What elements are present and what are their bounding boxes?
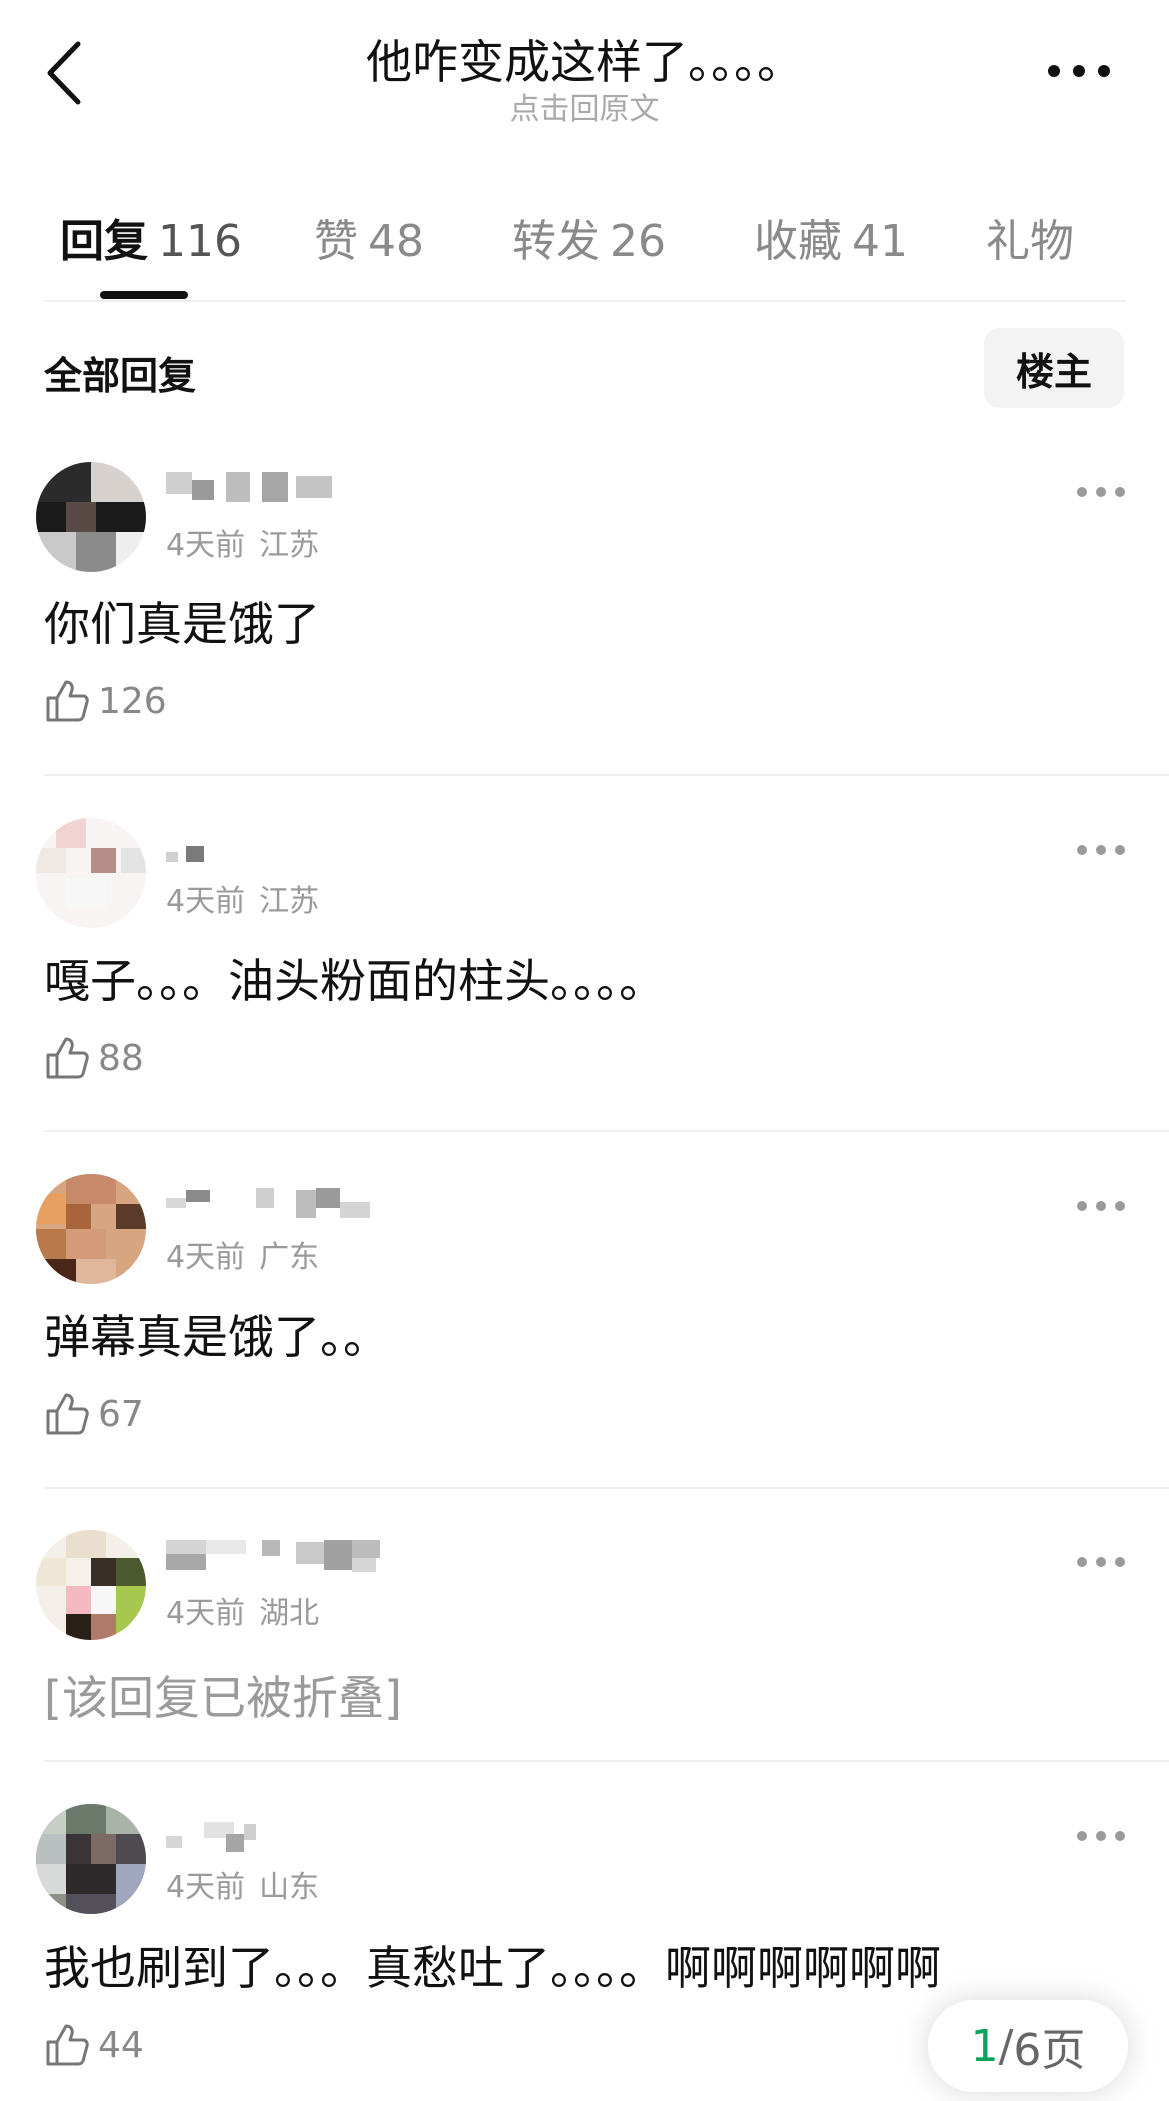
username-blurred[interactable] [166, 1182, 376, 1226]
avatar[interactable] [36, 1174, 146, 1284]
comment-more-icon[interactable] [1076, 1829, 1126, 1843]
op-only-button[interactable]: 楼主 [984, 328, 1124, 408]
tab-likes[interactable]: 赞 48 [314, 205, 424, 269]
location: 湖北 [259, 1596, 320, 1631]
thumbs-up-icon [46, 1393, 89, 1435]
tab-favorites[interactable]: 收藏 41 [754, 205, 908, 269]
comment-text: 我也刷到了。。。真愁吐了。。。。啊啊啊啊啊啊 [44, 1941, 941, 1995]
back-to-original-link[interactable]: 点击回原文 [0, 84, 1169, 128]
comment-divider [44, 1760, 1169, 1762]
avatar[interactable] [36, 462, 146, 572]
page-separator: / [998, 2020, 1014, 2072]
thumbs-up-icon [46, 1037, 89, 1079]
username-blurred[interactable] [166, 1816, 296, 1860]
tab-gifts[interactable]: 礼物 [986, 205, 1084, 269]
location: 江苏 [259, 528, 320, 563]
more-dots-icon [1048, 65, 1110, 77]
comment-divider [44, 1130, 1169, 1132]
location: 山东 [259, 1870, 320, 1905]
comment-text: 嘎子。。。油头粉面的柱头。。。。 [44, 954, 665, 1008]
location: 广东 [259, 1240, 320, 1275]
post-title[interactable]: 他咋变成这样了。。。。 [0, 26, 1169, 92]
like-button[interactable]: 126 [44, 678, 167, 724]
like-button[interactable]: 88 [44, 1035, 144, 1081]
location: 江苏 [259, 884, 320, 919]
thumbs-up-icon [46, 2024, 89, 2066]
comment-text: 弹幕真是饿了。。 [44, 1310, 389, 1364]
like-count: 88 [98, 1037, 144, 1079]
more-options-button[interactable] [1044, 56, 1114, 86]
all-replies-label: 全部回复 [44, 354, 197, 398]
username-blurred[interactable] [166, 1536, 416, 1580]
like-count: 67 [98, 1393, 144, 1435]
page-indicator[interactable]: 1/6页 [928, 2000, 1128, 2092]
like-count: 126 [98, 680, 167, 722]
like-button[interactable]: 67 [44, 1391, 144, 1437]
comment-more-icon[interactable] [1076, 1199, 1126, 1213]
comment-divider [44, 1487, 1169, 1489]
like-button[interactable]: 44 [44, 2022, 144, 2068]
folded-reply-notice[interactable]: [该回复已被折叠] [44, 1662, 402, 1728]
post-time: 4天前 [166, 1870, 246, 1905]
comment-more-icon[interactable] [1076, 485, 1126, 499]
post-time: 4天前 [166, 884, 246, 919]
current-page: 1 [970, 2020, 999, 2072]
comment-text: 你们真是饿了 [44, 597, 320, 651]
like-count: 44 [98, 2024, 144, 2066]
tab-reposts[interactable]: 转发 26 [512, 205, 666, 269]
avatar[interactable] [36, 818, 146, 928]
avatar[interactable] [36, 1530, 146, 1640]
comment-more-icon[interactable] [1076, 843, 1126, 857]
post-time: 4天前 [166, 1596, 246, 1631]
post-time: 4天前 [166, 1240, 246, 1275]
post-time: 4天前 [166, 528, 246, 563]
avatar[interactable] [36, 1804, 146, 1914]
active-tab-indicator [100, 291, 188, 299]
tab-replies[interactable]: 回复 116 [60, 205, 242, 269]
comment-divider [44, 774, 1169, 776]
total-pages: 6页 [1013, 2025, 1086, 2076]
username-blurred[interactable] [166, 466, 336, 510]
comment-more-icon[interactable] [1076, 1555, 1126, 1569]
username-blurred[interactable] [166, 828, 336, 872]
tab-divider [44, 300, 1126, 302]
thumbs-up-icon [46, 680, 89, 722]
